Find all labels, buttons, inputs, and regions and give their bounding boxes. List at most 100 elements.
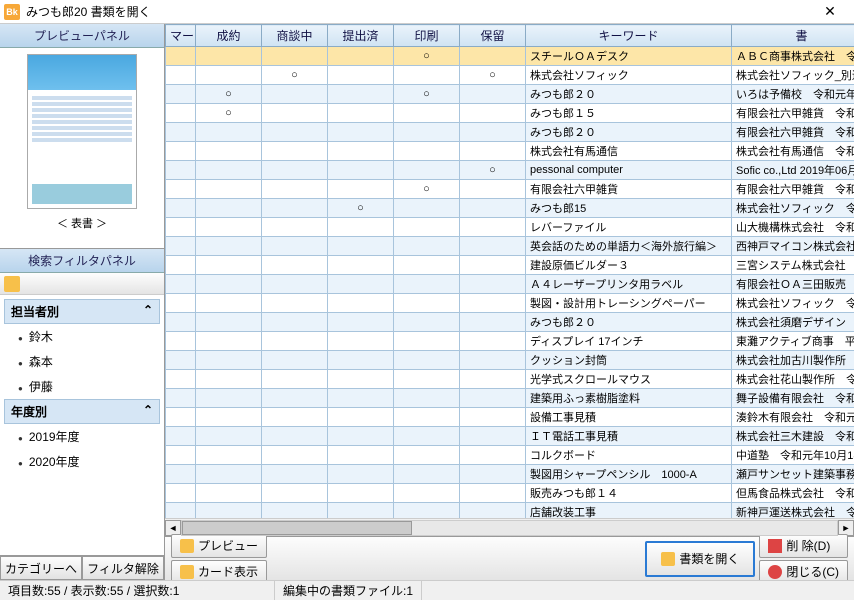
- column-header[interactable]: 印刷: [394, 25, 460, 47]
- flag-cell[interactable]: [394, 218, 460, 237]
- keyword-cell[interactable]: 株式会社有馬通信: [526, 142, 732, 161]
- flag-cell[interactable]: [328, 218, 394, 237]
- flag-cell[interactable]: ○: [394, 47, 460, 66]
- customer-cell[interactable]: 株式会社ソフィック 令和: [732, 294, 854, 313]
- flag-cell[interactable]: [328, 161, 394, 180]
- table-row[interactable]: Ａ４レーザープリンタ用ラベル有限会社ＯＡ三田販売 令: [166, 275, 854, 294]
- table-row[interactable]: 光学式スクロールマウス株式会社花山製作所 令和: [166, 370, 854, 389]
- filter-item[interactable]: 2019年度: [4, 424, 160, 449]
- flag-cell[interactable]: [460, 465, 526, 484]
- flag-cell[interactable]: [196, 237, 262, 256]
- keyword-cell[interactable]: 株式会社ソフィック: [526, 66, 732, 85]
- flag-cell[interactable]: [328, 332, 394, 351]
- flag-cell[interactable]: [394, 503, 460, 519]
- flag-cell[interactable]: [262, 237, 328, 256]
- flag-cell[interactable]: [196, 503, 262, 519]
- flag-cell[interactable]: [166, 370, 196, 389]
- table-row[interactable]: ○みつも郎15株式会社ソフィック 令和: [166, 199, 854, 218]
- table-row[interactable]: ディスプレイ 17インチ東灘アクティブ商事 平成: [166, 332, 854, 351]
- flag-cell[interactable]: [166, 256, 196, 275]
- table-row[interactable]: 設備工事見積湊鈴木有限会社 令和元年: [166, 408, 854, 427]
- customer-cell[interactable]: 有限会社六甲雑貨 令和元: [732, 104, 854, 123]
- flag-cell[interactable]: [262, 123, 328, 142]
- customer-cell[interactable]: 株式会社花山製作所 令和: [732, 370, 854, 389]
- customer-cell[interactable]: 瀬戸サンセット建築事務: [732, 465, 854, 484]
- flag-cell[interactable]: [460, 503, 526, 519]
- filter-group-head[interactable]: 担当者別⌃: [4, 299, 160, 324]
- customer-cell[interactable]: ＡＢＣ商事株式会社 令和: [732, 47, 854, 66]
- open-document-button[interactable]: 書類を開く: [645, 541, 755, 577]
- keyword-cell[interactable]: 設備工事見積: [526, 408, 732, 427]
- flag-cell[interactable]: [328, 408, 394, 427]
- flag-cell[interactable]: [394, 484, 460, 503]
- flag-cell[interactable]: [328, 427, 394, 446]
- keyword-cell[interactable]: 店舗改装工事: [526, 503, 732, 519]
- flag-cell[interactable]: [460, 446, 526, 465]
- flag-cell[interactable]: [196, 332, 262, 351]
- flag-cell[interactable]: [262, 85, 328, 104]
- table-row[interactable]: 製図・設計用トレーシングペーパー株式会社ソフィック 令和: [166, 294, 854, 313]
- flag-cell[interactable]: [460, 484, 526, 503]
- flag-cell[interactable]: [328, 123, 394, 142]
- keyword-cell[interactable]: みつも郎１５: [526, 104, 732, 123]
- flag-cell[interactable]: [262, 389, 328, 408]
- filter-clear-button[interactable]: フィルタ解除: [82, 556, 164, 580]
- customer-cell[interactable]: 株式会社ソフィック_別途: [732, 66, 854, 85]
- flag-cell[interactable]: [460, 85, 526, 104]
- flag-cell[interactable]: [394, 237, 460, 256]
- table-row[interactable]: ＩＴ電話工事見積株式会社三木建設 令和元: [166, 427, 854, 446]
- flag-cell[interactable]: [166, 313, 196, 332]
- window-close-button[interactable]: ✕: [810, 3, 850, 20]
- horizontal-scrollbar[interactable]: ◄ ►: [165, 518, 854, 536]
- new-filter-icon[interactable]: [4, 276, 20, 292]
- keyword-cell[interactable]: レバーファイル: [526, 218, 732, 237]
- flag-cell[interactable]: [196, 465, 262, 484]
- flag-cell[interactable]: ○: [394, 85, 460, 104]
- keyword-cell[interactable]: Ａ４レーザープリンタ用ラベル: [526, 275, 732, 294]
- table-row[interactable]: 英会話のための単語力＜海外旅行編＞西神戸マイコン株式会社: [166, 237, 854, 256]
- flag-cell[interactable]: [328, 66, 394, 85]
- keyword-cell[interactable]: みつも郎２０: [526, 313, 732, 332]
- customer-cell[interactable]: 三宮システム株式会社 令: [732, 256, 854, 275]
- flag-cell[interactable]: [460, 370, 526, 389]
- flag-cell[interactable]: [166, 237, 196, 256]
- flag-cell[interactable]: [460, 427, 526, 446]
- grid[interactable]: マーク成約商談中提出済印刷保留キーワード書 ○スチールＯＡデスクＡＢＣ商事株式会…: [165, 24, 854, 518]
- flag-cell[interactable]: [196, 66, 262, 85]
- keyword-cell[interactable]: コルクボード: [526, 446, 732, 465]
- flag-cell[interactable]: [196, 294, 262, 313]
- flag-cell[interactable]: [196, 123, 262, 142]
- flag-cell[interactable]: [196, 370, 262, 389]
- customer-cell[interactable]: 舞子設備有限会社 令和元: [732, 389, 854, 408]
- customer-cell[interactable]: 湊鈴木有限会社 令和元年: [732, 408, 854, 427]
- flag-cell[interactable]: [394, 313, 460, 332]
- flag-cell[interactable]: [166, 66, 196, 85]
- flag-cell[interactable]: [460, 47, 526, 66]
- flag-cell[interactable]: [460, 218, 526, 237]
- flag-cell[interactable]: [166, 123, 196, 142]
- flag-cell[interactable]: [460, 389, 526, 408]
- flag-cell[interactable]: ○: [460, 66, 526, 85]
- flag-cell[interactable]: [460, 332, 526, 351]
- keyword-cell[interactable]: 製図・設計用トレーシングペーパー: [526, 294, 732, 313]
- flag-cell[interactable]: [460, 123, 526, 142]
- flag-cell[interactable]: ○: [394, 180, 460, 199]
- customer-cell[interactable]: Sofic co.,Ltd 2019年06月: [732, 161, 854, 180]
- flag-cell[interactable]: [262, 275, 328, 294]
- flag-cell[interactable]: [262, 313, 328, 332]
- flag-cell[interactable]: [196, 142, 262, 161]
- table-row[interactable]: ○pessonal computerSofic co.,Ltd 2019年06月: [166, 161, 854, 180]
- flag-cell[interactable]: [394, 389, 460, 408]
- keyword-cell[interactable]: ＩＴ電話工事見積: [526, 427, 732, 446]
- table-row[interactable]: レバーファイル山大機構株式会社 令和元: [166, 218, 854, 237]
- flag-cell[interactable]: [394, 427, 460, 446]
- keyword-cell[interactable]: みつも郎２０: [526, 123, 732, 142]
- flag-cell[interactable]: [328, 142, 394, 161]
- flag-cell[interactable]: [196, 446, 262, 465]
- table-row[interactable]: コルクボード中道塾 令和元年10月18日: [166, 446, 854, 465]
- flag-cell[interactable]: [196, 313, 262, 332]
- flag-cell[interactable]: [262, 446, 328, 465]
- flag-cell[interactable]: [328, 104, 394, 123]
- preview-nav[interactable]: ＜ 表書 ＞: [57, 215, 107, 231]
- flag-cell[interactable]: [166, 275, 196, 294]
